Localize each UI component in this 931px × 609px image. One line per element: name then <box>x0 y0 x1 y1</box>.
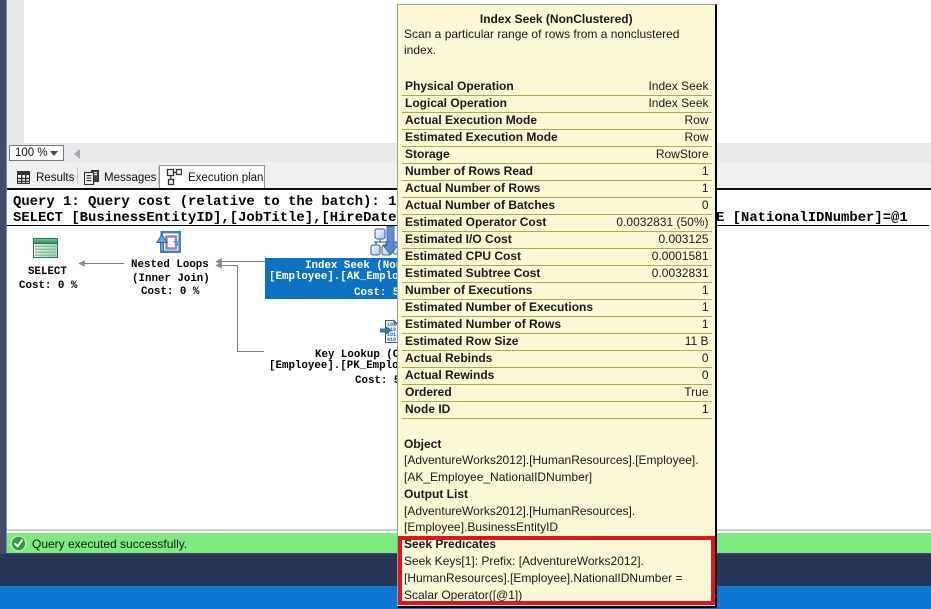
svg-text:010: 010 <box>387 337 396 343</box>
